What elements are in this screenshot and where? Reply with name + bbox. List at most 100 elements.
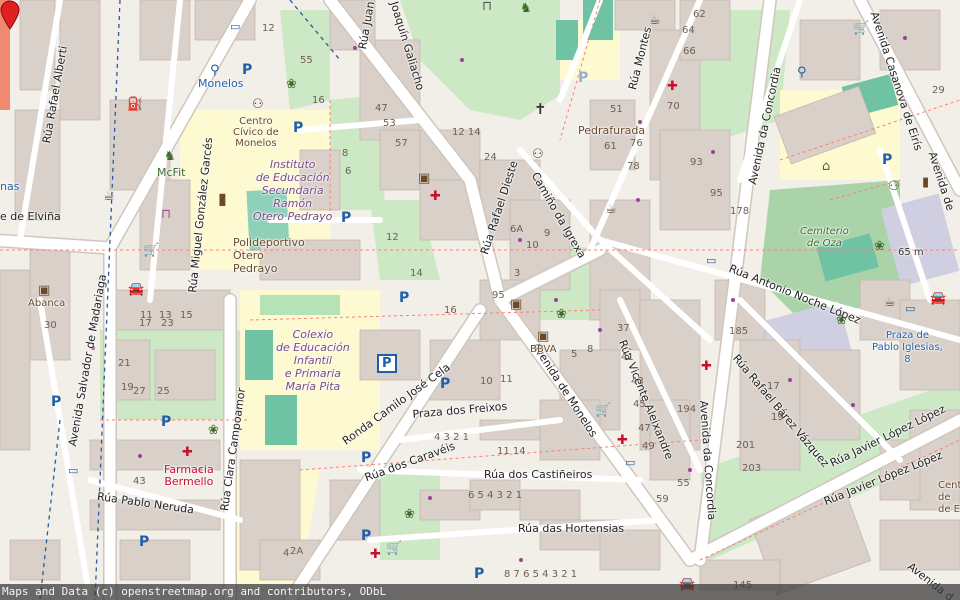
house-number: 61 <box>604 141 617 152</box>
house-number: 24 <box>484 152 497 163</box>
house-number: 8 7 6 5 4 3 2 1 <box>504 569 578 580</box>
house-number: 70 <box>667 101 680 112</box>
car-icon[interactable]: 🚘 <box>930 292 946 305</box>
house-number: 21 <box>118 358 131 369</box>
parking-icon[interactable]: P <box>882 152 892 168</box>
house-number: 9 <box>544 228 551 239</box>
house-number: 43 <box>631 376 644 387</box>
shop-icon[interactable]: 🛒 <box>853 22 869 35</box>
pharmacy-icon[interactable]: ✚ <box>617 434 628 447</box>
house-number: 64 <box>682 25 695 36</box>
picnic-icon[interactable]: ⊓ <box>482 0 492 13</box>
location-marker[interactable] <box>0 0 20 30</box>
bicycle-icon[interactable]: ⚲ <box>210 64 220 77</box>
house-number: 19 <box>121 382 134 393</box>
playground-icon[interactable]: ❀ <box>556 308 567 321</box>
bus-icon[interactable]: ▭ <box>68 464 78 477</box>
house-number: 25 <box>157 386 170 397</box>
house-number: 5 <box>571 349 578 360</box>
house-number: 49 <box>642 441 655 452</box>
place-label-abanca: Abanca <box>28 298 66 309</box>
community-icon[interactable]: ⚇ <box>252 98 264 111</box>
bus-icon[interactable]: ▭ <box>706 254 716 267</box>
viewpoint-icon[interactable]: ⌂ <box>822 160 830 173</box>
picnic-icon[interactable]: ⊓ <box>161 208 171 221</box>
book-icon[interactable]: ▮ <box>218 191 227 207</box>
map-attribution[interactable]: Maps and Data (c) openstreetmap.org and … <box>0 584 960 600</box>
map-view[interactable]: Rúa Rafael Alberti Rúa Juan Ne Joaquín G… <box>0 0 960 600</box>
cafe-icon[interactable]: ☕ <box>649 14 661 27</box>
house-number: 6A <box>510 224 524 235</box>
bus-icon[interactable]: ▭ <box>230 20 240 33</box>
cafe-icon[interactable]: ☕ <box>884 296 896 309</box>
house-number: 29 <box>932 85 945 96</box>
street-label: e de Elviña <box>0 210 61 223</box>
cafe-icon[interactable]: ☕ <box>103 190 115 203</box>
house-number: 37 <box>617 323 630 334</box>
house-number: 2A <box>290 546 304 557</box>
bank-icon[interactable]: ▣ <box>38 284 50 297</box>
community-icon[interactable]: ⚇ <box>532 148 544 161</box>
parking-icon[interactable]: P <box>440 376 450 392</box>
shop-icon[interactable]: 🛒 <box>386 542 402 555</box>
house-number: 203 <box>742 463 762 474</box>
place-label-bbva: BBVA <box>530 344 557 355</box>
parking-icon[interactable]: P <box>341 210 351 226</box>
bank-icon[interactable]: ▣ <box>537 330 549 343</box>
shop-icon[interactable]: 🛒 <box>595 404 611 417</box>
house-number: 16 <box>444 305 457 316</box>
parking-icon[interactable]: P <box>474 566 484 582</box>
playground-icon[interactable]: ❀ <box>208 424 219 437</box>
parking-icon[interactable]: P <box>139 534 149 550</box>
house-number: 55 <box>300 55 313 66</box>
pharmacy-icon[interactable]: ✚ <box>701 360 712 373</box>
parking-icon[interactable]: P <box>377 354 397 373</box>
parking-icon[interactable]: P <box>361 528 371 544</box>
house-number: 8 <box>587 344 594 355</box>
fuel-icon[interactable]: ⛽ <box>127 98 143 111</box>
house-number: 59 <box>656 494 669 505</box>
parking-icon[interactable]: P <box>293 120 303 136</box>
pharmacy-icon[interactable]: ✚ <box>430 190 441 203</box>
pharmacy-icon[interactable]: ✚ <box>370 548 381 561</box>
parking-icon[interactable]: P <box>578 70 588 86</box>
bicycle-icon[interactable]: ⚲ <box>797 66 807 79</box>
playground-icon[interactable]: ❀ <box>874 240 885 253</box>
book-icon[interactable]: ▮ <box>922 176 929 189</box>
house-number: 11 14 <box>497 446 526 457</box>
bus-icon[interactable]: ▭ <box>625 456 635 469</box>
parking-icon[interactable]: P <box>161 414 171 430</box>
community-icon[interactable]: ⚇ <box>888 180 900 193</box>
place-label-instituto: Instituto de Educación Secundaria Ramón … <box>253 158 333 223</box>
house-number: 41 <box>621 352 634 363</box>
house-number: 62 <box>693 9 706 20</box>
bus-icon[interactable]: ▭ <box>905 302 915 315</box>
playground-icon[interactable]: ❀ <box>836 314 847 327</box>
house-number: 194 <box>677 404 697 415</box>
fitness-icon[interactable]: ♞ <box>520 2 532 15</box>
shop-icon[interactable]: 🛒 <box>143 244 159 257</box>
parking-icon[interactable]: P <box>361 450 371 466</box>
house-number: 10 <box>526 240 539 251</box>
car-icon[interactable]: 🚘 <box>128 283 144 296</box>
pharmacy-icon[interactable]: ✚ <box>182 446 193 459</box>
playground-icon[interactable]: ❀ <box>404 508 415 521</box>
parking-icon[interactable]: P <box>399 290 409 306</box>
church-icon[interactable]: ✝ <box>534 102 547 117</box>
place-label-pedrafurada: Pedrafurada <box>578 124 646 137</box>
place-label-mcfit: McFit <box>157 166 186 179</box>
place-label-centro-civico: Centro Cívico de Monelos <box>233 116 279 149</box>
house-number: 185 <box>729 326 749 337</box>
fitness-icon[interactable]: ♞ <box>164 150 176 163</box>
house-number: 53 <box>383 118 396 129</box>
parking-icon[interactable]: P <box>51 394 61 410</box>
bank-icon[interactable]: ▣ <box>418 172 430 185</box>
cafe-icon[interactable]: ☕ <box>605 203 617 216</box>
parking-icon[interactable]: P <box>242 62 252 78</box>
place-label: nas <box>0 180 20 193</box>
bank-icon[interactable]: ▣ <box>510 298 522 311</box>
house-number: 95 <box>710 188 723 199</box>
pharmacy-icon[interactable]: ✚ <box>667 80 678 93</box>
house-number: 76 <box>630 138 643 149</box>
playground-icon[interactable]: ❀ <box>286 78 297 91</box>
